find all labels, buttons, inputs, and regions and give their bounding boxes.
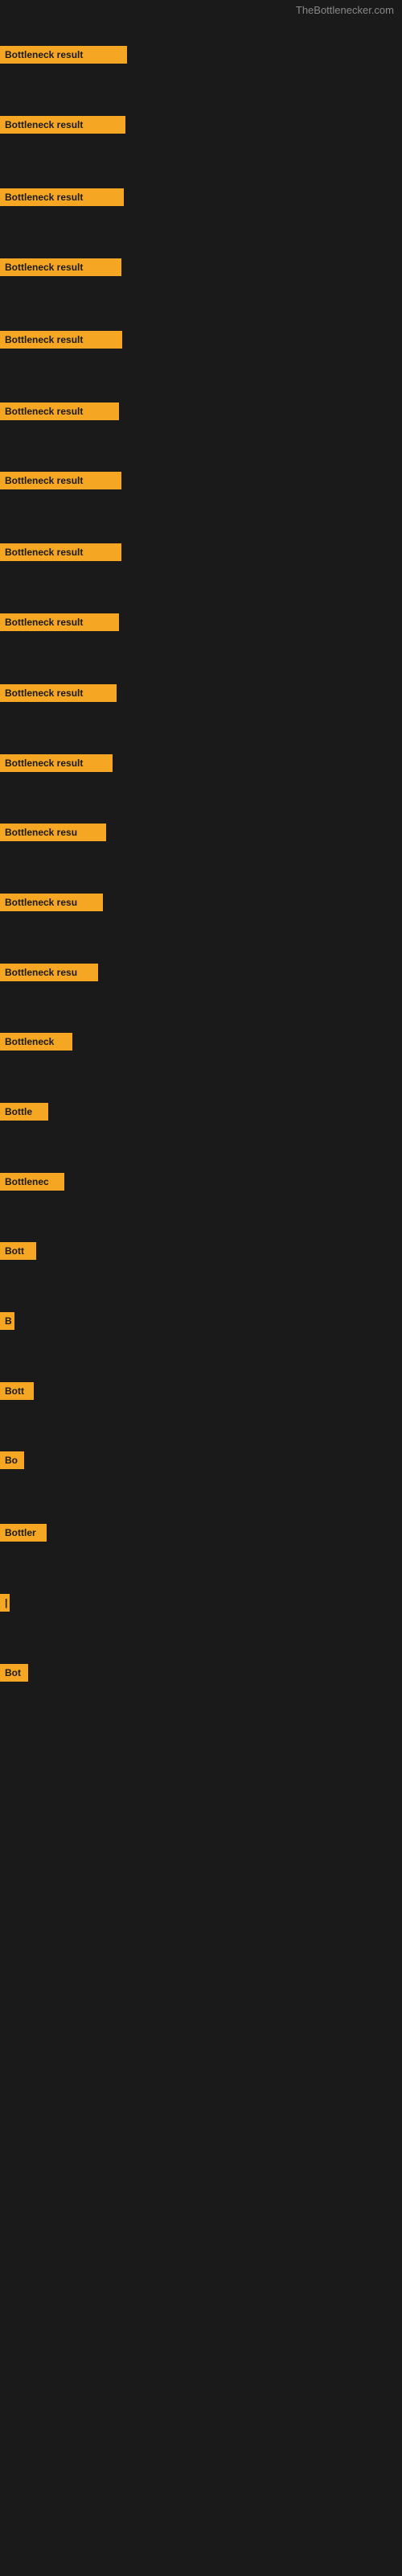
bottleneck-result-label-6: Bottleneck result — [0, 402, 119, 420]
bottleneck-result-label-8: Bottleneck result — [0, 543, 121, 561]
bottleneck-result-label-17: Bottlenec — [0, 1173, 64, 1191]
bottleneck-result-label-24: Bot — [0, 1664, 28, 1682]
bottleneck-result-label-1: Bottleneck result — [0, 46, 127, 64]
bottleneck-result-label-15: Bottleneck — [0, 1033, 72, 1051]
bottleneck-result-label-14: Bottleneck resu — [0, 964, 98, 981]
bottleneck-result-label-3: Bottleneck result — [0, 188, 124, 206]
site-title: TheBottlenecker.com — [296, 4, 394, 16]
bottleneck-result-label-9: Bottleneck result — [0, 613, 119, 631]
bottleneck-result-label-4: Bottleneck result — [0, 258, 121, 276]
bottleneck-result-label-7: Bottleneck result — [0, 472, 121, 489]
bottleneck-result-label-23: | — [0, 1594, 10, 1612]
bottleneck-result-label-20: Bott — [0, 1382, 34, 1400]
bottleneck-result-label-12: Bottleneck resu — [0, 824, 106, 841]
bottleneck-result-label-10: Bottleneck result — [0, 684, 117, 702]
bottleneck-result-label-2: Bottleneck result — [0, 116, 125, 134]
bottleneck-result-label-18: Bott — [0, 1242, 36, 1260]
bottleneck-result-label-19: B — [0, 1312, 14, 1330]
bottleneck-result-label-11: Bottleneck result — [0, 754, 113, 772]
bottleneck-result-label-13: Bottleneck resu — [0, 894, 103, 911]
bottleneck-result-label-21: Bo — [0, 1451, 24, 1469]
bottleneck-result-label-22: Bottler — [0, 1524, 47, 1542]
bottleneck-result-label-16: Bottle — [0, 1103, 48, 1121]
bottleneck-result-label-5: Bottleneck result — [0, 331, 122, 349]
